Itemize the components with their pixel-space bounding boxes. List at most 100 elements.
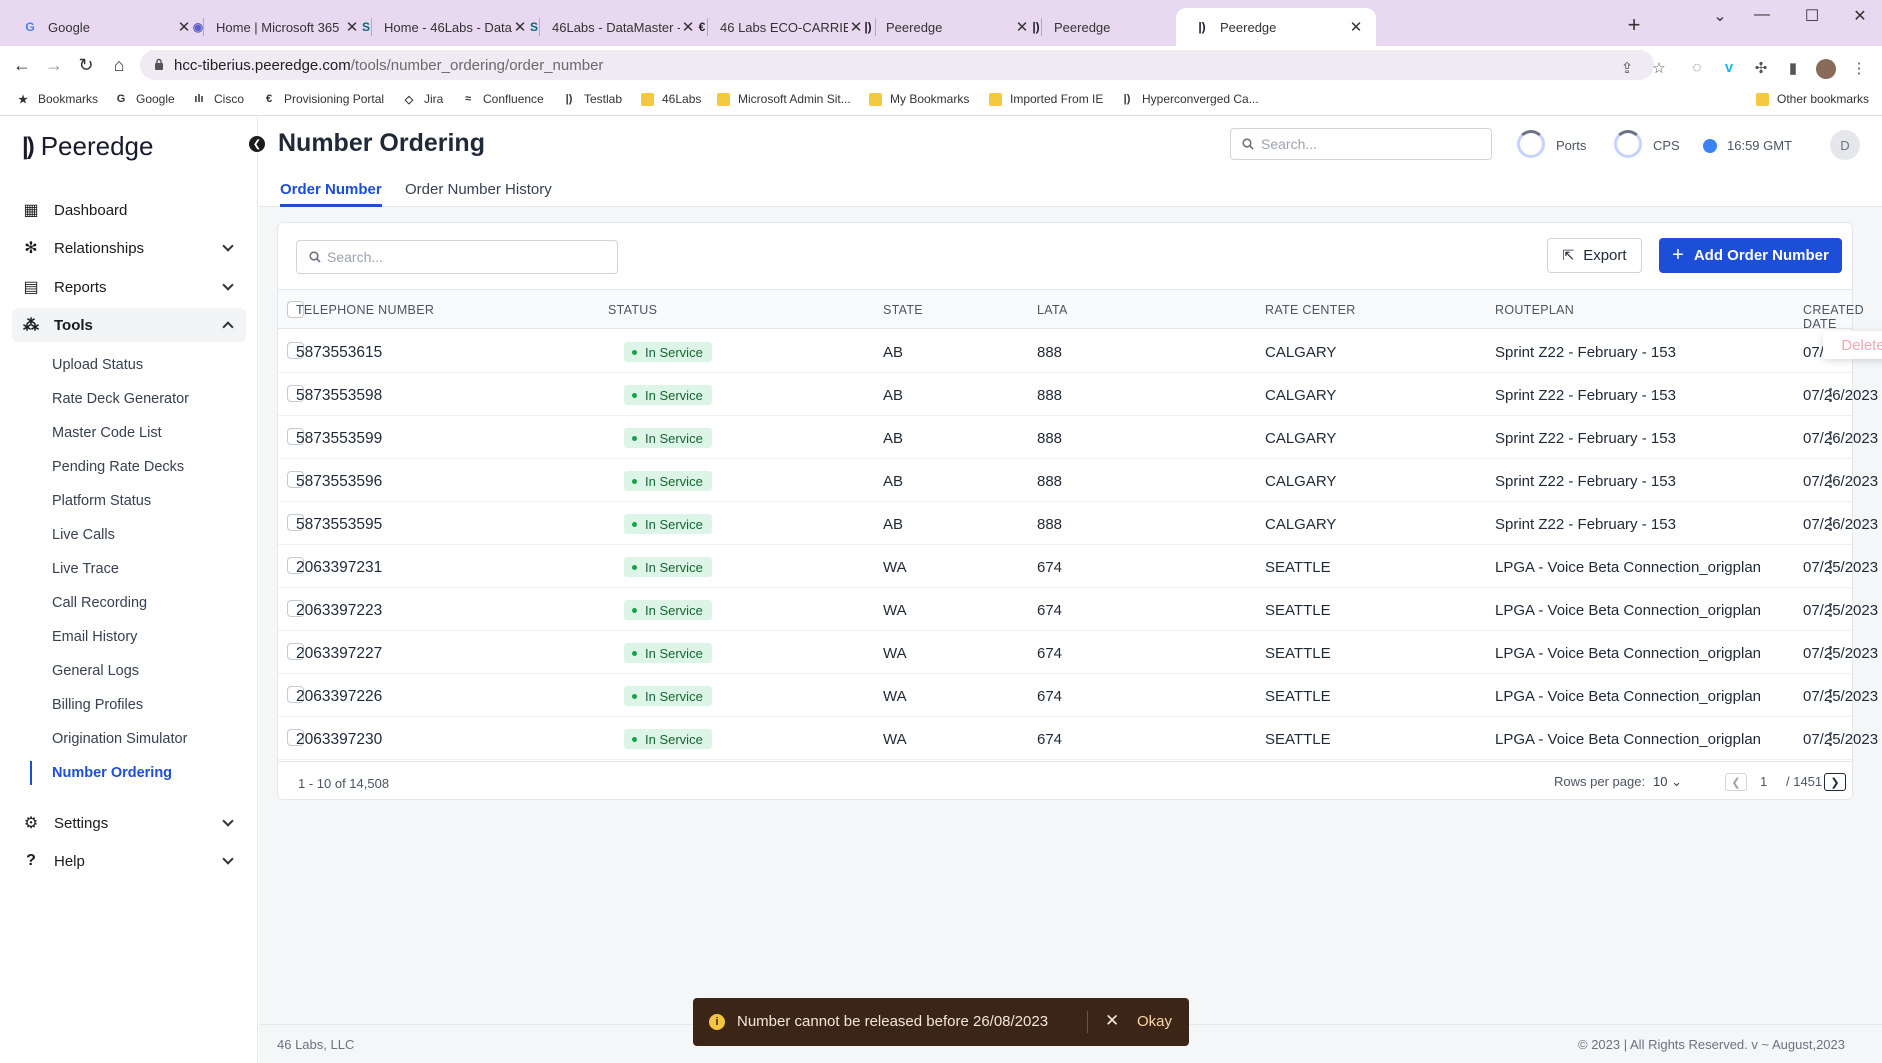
bookmark-item[interactable]: |) Testlab — [562, 92, 622, 106]
share-icon[interactable]: ⇪ — [1618, 59, 1636, 77]
prev-page-button[interactable]: ❮ — [1725, 773, 1747, 791]
toast-okay-button[interactable]: Okay — [1137, 1013, 1172, 1030]
add-order-number-button[interactable]: + Add Order Number — [1659, 238, 1842, 273]
table-search-input[interactable]: Search... — [296, 240, 618, 274]
extension-icon[interactable]: ◌ — [1688, 59, 1706, 77]
new-tab-button[interactable]: + — [1622, 14, 1646, 36]
sidebar-item-billing-profiles[interactable]: Billing Profiles — [52, 697, 143, 713]
sidebar-item-live-calls[interactable]: Live Calls — [52, 527, 115, 543]
browser-tab[interactable]: |) Peeredge ✕ — [1176, 8, 1376, 46]
export-button[interactable]: ⇱ Export — [1547, 238, 1642, 273]
forward-icon[interactable]: → — [41, 52, 67, 78]
table-row[interactable]: 2063397231 In Service WA 674 SEATTLE LPGA - V… — [278, 545, 1878, 588]
row-actions-kebab-icon[interactable] — [1823, 386, 1837, 404]
sidebar-item-number-ordering[interactable]: Number Ordering — [52, 765, 172, 781]
bookmark-item[interactable]: Microsoft Admin Sit... — [716, 92, 851, 106]
nav-reports[interactable]: ▤ Reports — [12, 270, 246, 304]
row-actions-kebab-icon[interactable] — [1823, 644, 1837, 662]
bookmark-item[interactable]: € Provisioning Portal — [262, 92, 384, 106]
bookmark-star-icon[interactable]: ☆ — [1650, 59, 1668, 77]
profile-avatar-icon[interactable] — [1816, 59, 1836, 79]
collapse-sidebar-icon[interactable]: ❮ — [249, 136, 265, 152]
column-header[interactable]: STATE — [883, 303, 923, 317]
rate-center-cell: SEATTLE — [1265, 559, 1331, 576]
table-row[interactable]: 5873553599 In Service AB 888 CALGARY Sprint Z… — [278, 416, 1878, 459]
bookmark-item[interactable]: My Bookmarks — [868, 92, 969, 106]
address-bar[interactable]: hcc-tiberius.peeredge.com/tools/number_o… — [140, 50, 1654, 80]
close-window-icon[interactable]: ✕ — [1848, 6, 1872, 26]
maximize-icon[interactable]: ☐ — [1800, 6, 1824, 26]
sidebar-item-call-recording[interactable]: Call Recording — [52, 595, 147, 611]
tab-search-icon[interactable]: ⌄ — [1708, 6, 1732, 26]
reload-icon[interactable]: ↻ — [73, 52, 99, 78]
sidebar-item-email-history[interactable]: Email History — [52, 629, 137, 645]
table-row[interactable]: 5873553596 In Service AB 888 CALGARY Sprint Z… — [278, 459, 1878, 502]
row-actions-kebab-icon[interactable] — [1823, 472, 1837, 490]
puzzle-icon[interactable]: ✣ — [1752, 59, 1770, 77]
bookmark-item[interactable]: ≈ Confluence — [461, 92, 544, 106]
bookmark-item[interactable]: |) Hyperconverged Ca... — [1120, 92, 1259, 106]
row-actions-kebab-icon[interactable] — [1823, 730, 1837, 748]
vimeo-extension-icon[interactable]: v — [1720, 59, 1738, 77]
toast-message: Number cannot be released before 26/08/2… — [737, 1013, 1049, 1030]
next-page-button[interactable]: ❯ — [1824, 773, 1846, 791]
column-header[interactable]: ROUTEPLAN — [1495, 303, 1574, 317]
row-actions-kebab-icon[interactable] — [1823, 601, 1837, 619]
home-icon[interactable]: ⌂ — [106, 52, 132, 78]
minimize-icon[interactable]: — — [1750, 6, 1774, 24]
table-row[interactable]: 5873553615 In Service AB 888 CALGARY Sprint Z… — [278, 330, 1882, 373]
nav-settings[interactable]: ⚙ Settings — [12, 806, 246, 840]
row-actions-kebab-icon[interactable] — [1823, 429, 1837, 447]
tab-order-number-history[interactable]: Order Number History — [405, 181, 552, 198]
bookmark-item[interactable]: ★ Bookmarks — [16, 92, 98, 106]
sidebar-item-live-trace[interactable]: Live Trace — [52, 561, 119, 577]
close-icon[interactable]: ✕ — [1105, 1011, 1119, 1031]
table-row[interactable]: 2063397226 In Service WA 674 SEATTLE LPGA - V… — [278, 674, 1878, 717]
column-header[interactable]: STATUS — [608, 303, 657, 317]
nav-tools[interactable]: ⁂ Tools — [12, 308, 246, 342]
sidebar-item-pending-rate-decks[interactable]: Pending Rate Decks — [52, 459, 184, 475]
sidebar-item-upload-status[interactable]: Upload Status — [52, 357, 143, 373]
rate-center-cell: CALGARY — [1265, 387, 1337, 404]
bookmark-item[interactable]: ılı Cisco — [192, 92, 244, 106]
side-panel-icon[interactable]: ▮ — [1784, 59, 1802, 77]
row-actions-kebab-icon[interactable] — [1823, 687, 1837, 705]
row-actions-kebab-icon[interactable] — [1823, 515, 1837, 533]
tab-order-number[interactable]: Order Number — [280, 181, 382, 198]
toast-divider — [1087, 1011, 1088, 1033]
nav-help[interactable]: ? Help — [12, 844, 246, 878]
brand-logo[interactable]: |) Peeredge — [22, 131, 153, 162]
table-row[interactable]: 2063397223 In Service WA 674 SEATTLE LPGA - V… — [278, 588, 1878, 631]
bookmark-item[interactable]: G Google — [114, 92, 175, 106]
sidebar-item-master-code-list[interactable]: Master Code List — [52, 425, 162, 441]
current-page[interactable]: 1 — [1760, 774, 1767, 789]
sidebar-item-general-logs[interactable]: General Logs — [52, 663, 139, 679]
bookmark-item[interactable]: Imported From IE — [988, 92, 1103, 106]
other-bookmarks[interactable]: Other bookmarks — [1755, 92, 1869, 106]
row-delete-menu-item[interactable]: Delete — [1823, 331, 1882, 359]
browser-menu-icon[interactable]: ⋮ — [1850, 59, 1868, 77]
table-row[interactable]: 5873553598 In Service AB 888 CALGARY Sprint Z… — [278, 373, 1878, 416]
table-row[interactable]: 5873553595 In Service AB 888 CALGARY Sprint Z… — [278, 502, 1878, 545]
row-actions-kebab-icon[interactable] — [1823, 558, 1837, 576]
bookmark-item[interactable]: ◇ Jira — [402, 92, 444, 106]
column-header[interactable]: TELEPHONE NUMBER — [296, 303, 434, 317]
nav-relationships[interactable]: ✻ Relationships — [12, 231, 246, 265]
avatar[interactable]: D — [1830, 130, 1860, 160]
sidebar-item-platform-status[interactable]: Platform Status — [52, 493, 151, 509]
nav-dashboard[interactable]: ▦ Dashboard — [12, 193, 246, 227]
column-header[interactable]: LATA — [1037, 303, 1068, 317]
sidebar-item-rate-deck-generator[interactable]: Rate Deck Generator — [52, 391, 189, 407]
column-header[interactable]: CREATED DATE — [1803, 303, 1864, 331]
table-row[interactable]: 2063397230 In Service WA 674 SEATTLE LPGA - V… — [278, 717, 1878, 760]
rows-per-page-select[interactable]: 10 ⌄ — [1653, 774, 1682, 790]
sidebar-item-origination-simulator[interactable]: Origination Simulator — [52, 731, 187, 747]
global-search-input[interactable]: Search... — [1230, 128, 1492, 160]
table-row[interactable]: 2063397227 In Service WA 674 SEATTLE LPGA - V… — [278, 631, 1878, 674]
column-header[interactable]: RATE CENTER — [1265, 303, 1356, 317]
back-icon[interactable]: ← — [9, 52, 35, 78]
routeplan-cell: Sprint Z22 - February - 153 — [1495, 516, 1676, 533]
bookmark-item[interactable]: 46Labs — [640, 92, 701, 106]
lock-icon — [155, 58, 163, 70]
tab-close-icon[interactable]: ✕ — [1348, 18, 1364, 36]
